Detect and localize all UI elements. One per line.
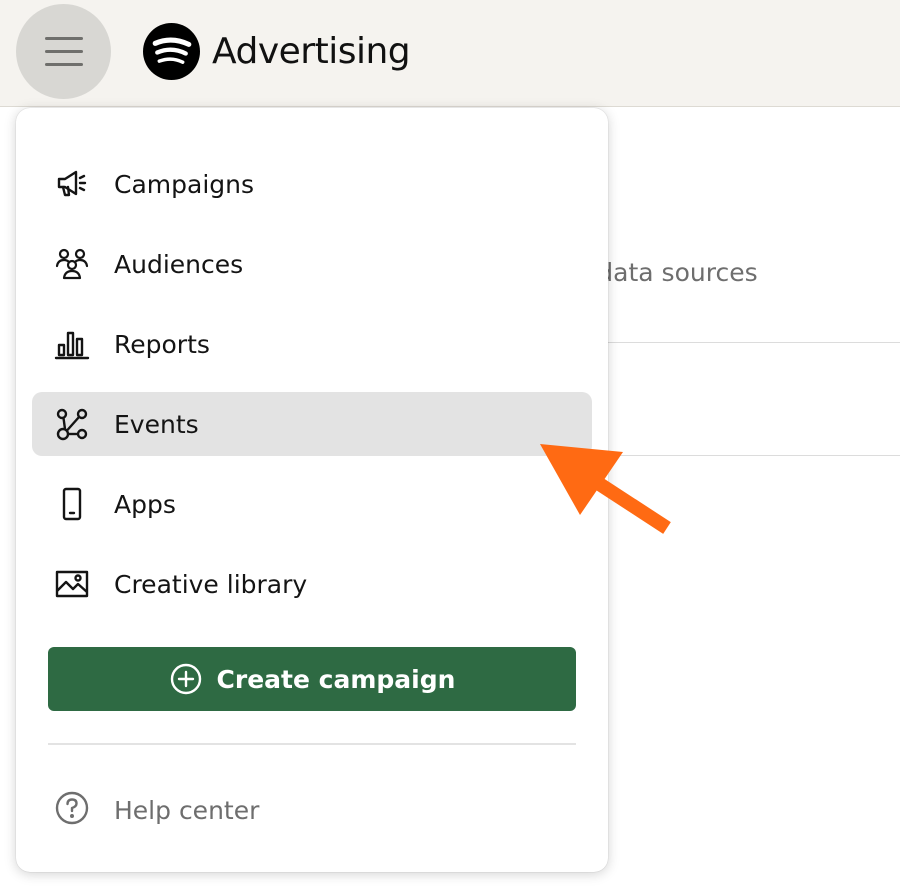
menu-item-creative-library[interactable]: Creative library — [32, 552, 592, 616]
bar-chart-icon — [54, 326, 90, 362]
divider — [600, 342, 900, 343]
help-center-label: Help center — [114, 795, 260, 825]
brand-title: Advertising — [212, 30, 411, 72]
menu-item-events[interactable]: Events — [32, 392, 592, 456]
menu-item-reports[interactable]: Reports — [32, 312, 592, 376]
plus-circle-icon — [170, 663, 201, 695]
mobile-phone-icon — [54, 486, 90, 522]
menu-item-label: Events — [114, 409, 199, 439]
nodes-network-icon — [54, 406, 90, 442]
hamburger-menu-button[interactable] — [16, 4, 111, 99]
people-group-icon — [54, 246, 90, 282]
help-center-link[interactable]: Help center — [54, 778, 259, 842]
menu-item-label: Campaigns — [114, 169, 255, 199]
navigation-menu: Campaigns Audiences Reports Events Apps … — [16, 108, 608, 872]
menu-item-apps[interactable]: Apps — [32, 472, 592, 536]
question-circle-icon — [54, 790, 90, 830]
image-icon — [54, 566, 90, 602]
top-bar: Advertising — [0, 0, 900, 107]
menu-item-label: Reports — [114, 329, 210, 359]
menu-item-audiences[interactable]: Audiences — [32, 232, 592, 296]
menu-item-campaigns[interactable]: Campaigns — [32, 152, 592, 216]
menu-divider — [48, 743, 576, 745]
spotify-logo-icon — [143, 22, 200, 80]
megaphone-icon — [54, 166, 90, 202]
create-campaign-label: Create campaign — [216, 664, 456, 694]
menu-item-label: Audiences — [114, 249, 244, 279]
divider — [600, 455, 900, 456]
menu-item-label: Creative library — [114, 569, 308, 599]
menu-item-label: Apps — [114, 489, 176, 519]
brand[interactable]: Advertising — [143, 22, 411, 80]
create-campaign-button[interactable]: Create campaign — [48, 647, 576, 711]
hamburger-menu-icon — [44, 36, 83, 67]
